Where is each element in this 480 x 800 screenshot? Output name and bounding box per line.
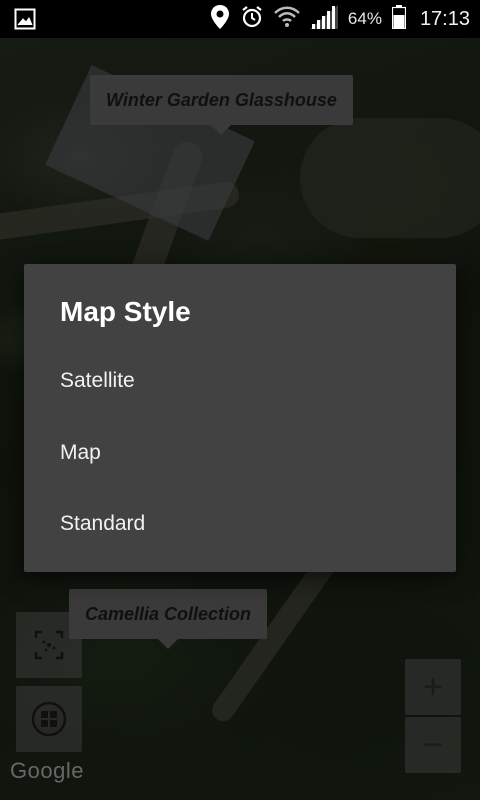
option-label: Satellite: [60, 369, 135, 392]
option-map[interactable]: Map: [24, 421, 456, 485]
clock-time: 17:13: [419, 7, 470, 30]
dialog-title: Map Style: [60, 296, 191, 327]
option-label: Map: [60, 441, 101, 464]
map-style-dialog: Map Style Satellite Map Standard: [24, 264, 456, 572]
battery-icon: [391, 4, 407, 34]
option-standard[interactable]: Standard: [24, 492, 456, 556]
alarm-clock-icon: [240, 5, 264, 34]
signal-icon: [309, 4, 338, 34]
battery-percentage: 64%: [347, 9, 382, 28]
image-notification-icon: [14, 8, 36, 35]
location-pin-icon: [210, 4, 230, 35]
option-satellite[interactable]: Satellite: [24, 349, 456, 413]
wifi-icon: [274, 6, 300, 33]
option-label: Standard: [60, 512, 146, 535]
status-bar: 64% 17:13: [0, 0, 480, 38]
